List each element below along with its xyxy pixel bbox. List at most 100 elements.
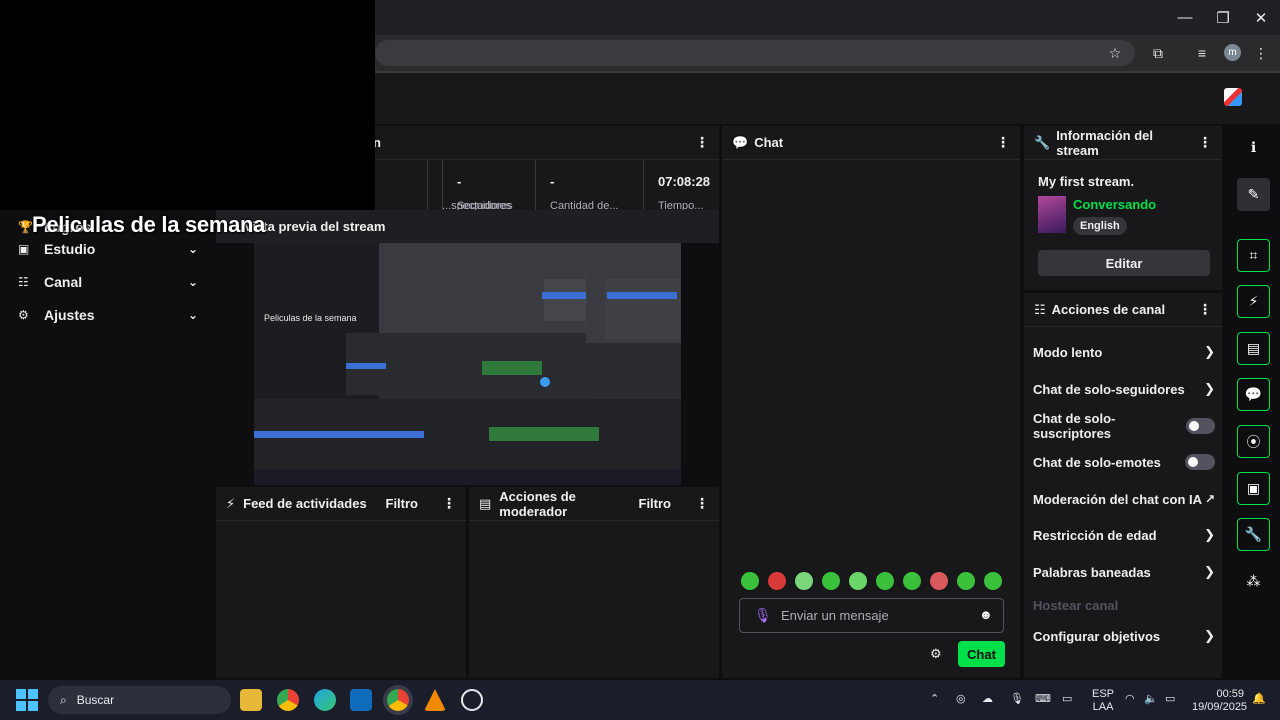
profile-avatar[interactable]: m [1224, 44, 1241, 61]
info-icon[interactable]: ℹ [1237, 131, 1270, 164]
keyboard-icon[interactable]: ⌨ [1035, 692, 1051, 705]
emote-icon[interactable] [930, 572, 948, 590]
volume-icon[interactable]: 🔈 [1144, 692, 1158, 705]
wrench-icon: 🔧 [1034, 134, 1051, 150]
star-icon[interactable]: ☆ [1106, 44, 1124, 62]
action-label: Chat de solo-suscriptores [1033, 411, 1116, 441]
microphone-icon[interactable]: 🎙 [1010, 692, 1024, 705]
emote-icon[interactable] [822, 572, 840, 590]
notes-icon[interactable]: ▤ [1237, 332, 1270, 365]
chat-input[interactable]: Enviar un mensaje [781, 608, 889, 623]
search-input[interactable]: Buscar [77, 693, 114, 707]
preview-header: Vista previa del stream [216, 210, 719, 243]
chat-send-button[interactable]: Chat [958, 641, 1005, 667]
filter-button[interactable]: Filtro [639, 496, 672, 511]
filter-button[interactable]: Filtro [386, 496, 419, 511]
emote-icon[interactable] [768, 572, 786, 590]
menu-icon[interactable]: ⋮ [1252, 44, 1270, 62]
action-age-restriction[interactable]: Restricción de edad ❯ [1033, 525, 1215, 545]
stat-value: - [457, 174, 462, 189]
chat-input-box[interactable]: 🎙 Enviar un mensaje ☻ [739, 598, 1004, 633]
media-icon[interactable]: ≡ [1193, 44, 1211, 62]
stream-preview-video[interactable]: Peliculas de la semana [254, 243, 681, 485]
action-ai-moderation[interactable]: Moderación del chat con IA ↗ [1033, 489, 1215, 509]
emote-picker-icon[interactable]: ☻ [979, 607, 993, 622]
chat-header: 💬 Chat ⋮ [722, 126, 1020, 160]
battery-icon[interactable]: ▭ [1165, 692, 1175, 705]
chevron-right-icon: ❯ [1204, 564, 1215, 579]
action-banned-words[interactable]: Palabras baneadas ❯ [1033, 562, 1215, 582]
emote-icon[interactable] [984, 572, 1002, 590]
action-label: Modo lento [1033, 344, 1103, 360]
overlay-caption: Peliculas de la semana [32, 212, 266, 237]
microphone-icon[interactable]: 🎙 [754, 607, 772, 624]
display-icon[interactable]: ▭ [1062, 692, 1072, 705]
search-icon: ⌕ [60, 692, 67, 707]
chrome-profile-icon[interactable] [387, 689, 409, 711]
pencil-icon[interactable]: ✎ [1237, 178, 1270, 211]
edge-icon[interactable] [314, 689, 336, 711]
user-avatar-icon[interactable] [1224, 88, 1242, 106]
lightning-icon[interactable]: ⚡ [1237, 285, 1270, 318]
clip-icon[interactable]: ⌗ [1237, 239, 1270, 272]
more-options-icon[interactable]: ⋮ [695, 495, 709, 512]
chevron-up-icon[interactable]: ⌃ [930, 692, 939, 705]
subscribers-only-toggle[interactable] [1186, 418, 1215, 434]
wrench-icon[interactable]: 🔧 [1237, 518, 1270, 551]
more-options-icon[interactable]: ⋮ [695, 134, 709, 151]
extensions-icon[interactable]: ⁂ [1237, 565, 1270, 598]
windows-start-icon[interactable] [16, 689, 38, 711]
chat-settings-icon[interactable]: ⚙ [930, 646, 942, 662]
action-goals[interactable]: Configurar objetivos ❯ [1033, 626, 1215, 646]
category-name[interactable]: Conversando [1073, 197, 1156, 212]
extensions-icon[interactable]: ⧉ [1149, 44, 1167, 62]
address-bar[interactable] [375, 40, 1135, 66]
action-emotes-only[interactable]: Chat de solo-emotes [1033, 452, 1215, 472]
sidebar-item-ajustes[interactable]: ⚙ Ajustes ⌄ [18, 304, 198, 326]
chat-bubble-icon: 💬 [732, 134, 749, 150]
taskbar-search[interactable]: ⌕ Buscar [48, 686, 231, 714]
tray-app-icon[interactable]: ◎ [956, 692, 966, 705]
emote-icon[interactable] [741, 572, 759, 590]
mod-actions-panel: ▤ Acciones de moderador Filtro ⋮ [469, 487, 719, 678]
category-boxart[interactable] [1038, 196, 1066, 233]
wifi-icon[interactable]: ◠ [1125, 692, 1135, 705]
emote-icon[interactable] [903, 572, 921, 590]
action-label: Configurar objetivos [1033, 628, 1161, 644]
action-followers-only[interactable]: Chat de solo-seguidores ❯ [1033, 379, 1215, 399]
action-label: Chat de solo-seguidores [1033, 381, 1185, 397]
sidebar-item-canal[interactable]: ☷ Canal ⌄ [18, 271, 198, 293]
obs-icon[interactable] [461, 689, 483, 711]
language-indicator[interactable]: ESP LAA [1092, 688, 1114, 714]
more-options-icon[interactable]: ⋮ [442, 495, 456, 512]
preview-inner-text: Peliculas de la semana [264, 313, 357, 323]
channel-actions-header: ☷ Acciones de canal ⋮ [1024, 293, 1222, 327]
chat-icon[interactable]: 💬 [1237, 378, 1270, 411]
emote-icon[interactable] [957, 572, 975, 590]
chrome-icon[interactable] [277, 689, 299, 711]
action-subscribers-only[interactable]: Chat de solo-suscriptores [1033, 411, 1215, 441]
action-slow-mode[interactable]: Modo lento ❯ [1033, 342, 1215, 362]
broadcast-icon[interactable]: ⦿ [1237, 425, 1270, 458]
more-options-icon[interactable]: ⋮ [1198, 301, 1212, 318]
sidebar-item-estudio[interactable]: ▣ Estudio ⌄ [18, 238, 198, 260]
close-button[interactable]: ✕ [1242, 0, 1280, 35]
maximize-button[interactable]: ❐ [1204, 0, 1242, 35]
emote-icon[interactable] [876, 572, 894, 590]
emote-icon[interactable] [849, 572, 867, 590]
language-tag[interactable]: English [1073, 217, 1127, 235]
external-link-icon: ↗ [1204, 492, 1215, 506]
edit-button[interactable]: Editar [1038, 250, 1210, 276]
emotes-only-toggle[interactable] [1185, 454, 1215, 470]
notification-icon[interactable]: 🔔 [1252, 692, 1266, 705]
language-layout: LAA [1092, 701, 1114, 713]
video-layout-icon[interactable]: ▣ [1237, 472, 1270, 505]
more-options-icon[interactable]: ⋮ [1198, 134, 1212, 151]
file-explorer-icon[interactable] [240, 689, 262, 711]
emote-icon[interactable] [795, 572, 813, 590]
outlook-icon[interactable] [350, 689, 372, 711]
more-options-icon[interactable]: ⋮ [996, 134, 1010, 151]
clock[interactable]: 00:59 19/09/2025 [1192, 688, 1247, 714]
cloud-icon[interactable]: ☁ [982, 692, 993, 705]
minimize-button[interactable]: — [1166, 0, 1204, 35]
